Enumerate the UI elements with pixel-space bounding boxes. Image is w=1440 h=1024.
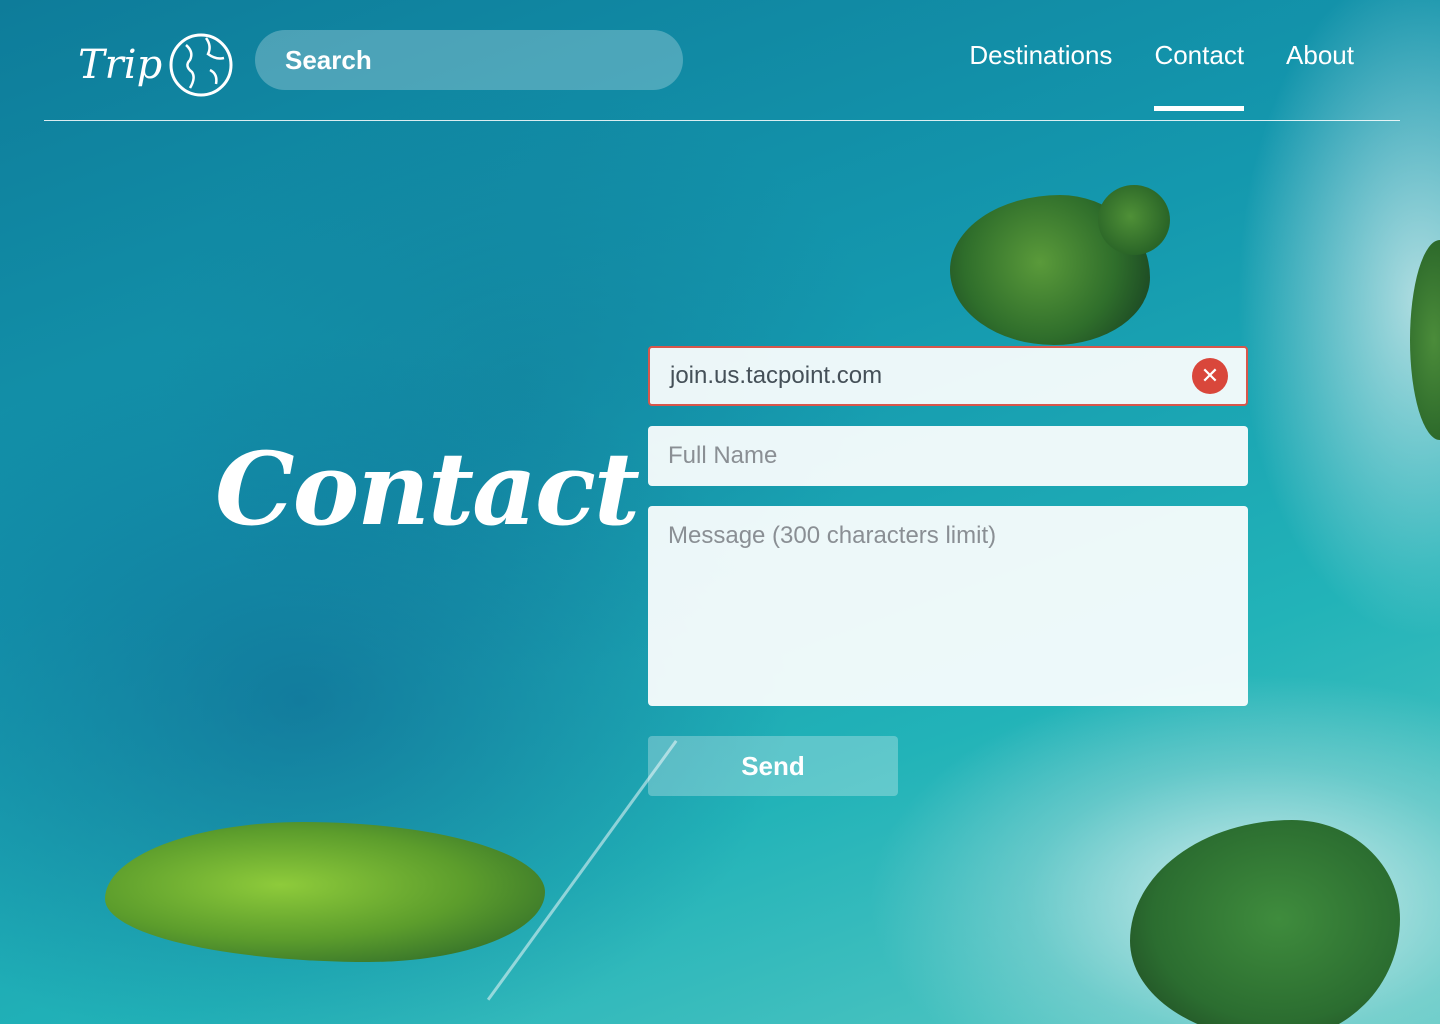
url-field-value: join.us.tacpoint.com xyxy=(670,362,883,389)
island-image xyxy=(105,822,545,962)
message-placeholder: Message (300 characters limit) xyxy=(668,522,997,549)
main-nav: Destinations Contact About xyxy=(969,40,1354,111)
logo[interactable]: Trip xyxy=(78,30,236,100)
nav-about[interactable]: About xyxy=(1286,40,1354,111)
logo-text: Trip xyxy=(78,42,163,88)
globe-icon xyxy=(169,33,233,97)
island-image xyxy=(1098,185,1170,255)
nav-destinations[interactable]: Destinations xyxy=(969,40,1112,111)
search-input[interactable]: Search xyxy=(255,30,683,90)
message-field[interactable]: Message (300 characters limit) xyxy=(648,506,1248,706)
shore-image xyxy=(1410,240,1440,440)
page-title: Contact xyxy=(215,430,640,548)
search-placeholder: Search xyxy=(285,44,372,75)
top-navigation: Trip Search Destinations Contact About xyxy=(44,0,1400,121)
url-field[interactable]: join.us.tacpoint.com ✕ xyxy=(648,346,1248,406)
send-button[interactable]: Send xyxy=(648,736,898,796)
clear-icon[interactable]: ✕ xyxy=(1192,358,1228,394)
island-image xyxy=(1130,820,1400,1024)
nav-contact[interactable]: Contact xyxy=(1154,40,1244,111)
full-name-field[interactable]: Full Name xyxy=(648,426,1248,486)
full-name-placeholder: Full Name xyxy=(668,442,778,469)
